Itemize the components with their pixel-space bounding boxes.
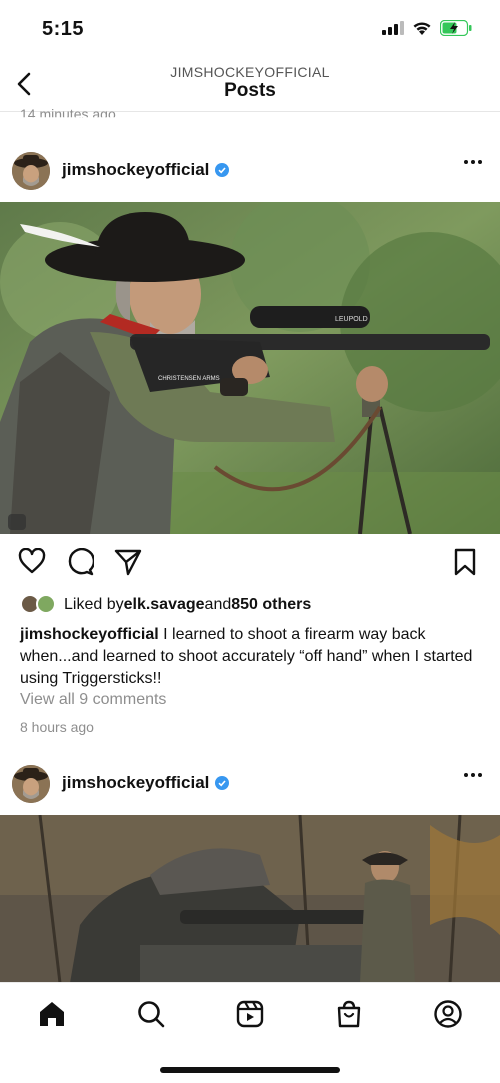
share-button[interactable] [114, 548, 142, 581]
share-icon [114, 549, 142, 576]
likes-summary[interactable]: Liked by elk.savage and 850 others [20, 594, 311, 616]
post-caption: jimshockeyofficial I learned to shoot a … [20, 624, 482, 690]
stock-brand: CHRISTENSEN ARMS [158, 376, 220, 382]
view-comments-link[interactable]: View all 9 comments [20, 691, 166, 709]
likes-middle: and [204, 596, 232, 613]
nav-header: JIMSHOCKEYOFFICIAL Posts [0, 58, 500, 112]
comment-button[interactable] [66, 547, 96, 581]
bookmark-icon [454, 548, 476, 576]
status-icons [382, 20, 472, 36]
verified-icon [215, 776, 230, 790]
liker-username[interactable]: elk.savage [124, 596, 205, 614]
bookmark-button[interactable] [454, 548, 476, 581]
like-button[interactable] [18, 547, 46, 579]
likes-prefix: Liked by [64, 596, 124, 613]
scope-brand: LEUPOLD [335, 316, 368, 323]
search-icon [138, 1001, 165, 1028]
shop-icon [337, 1000, 361, 1028]
username-text[interactable]: jimshockeyofficial [62, 160, 209, 179]
previous-post-time: 14 minutes ago [20, 106, 116, 122]
heart-icon [18, 547, 46, 574]
more-options-button[interactable] [464, 160, 482, 164]
home-indicator [160, 1067, 340, 1073]
alt-text-icon[interactable] [8, 514, 26, 530]
avatar[interactable] [12, 765, 50, 803]
likes-count[interactable]: 850 others [231, 596, 311, 614]
username-text[interactable]: jimshockeyofficial [62, 773, 209, 792]
tab-home[interactable] [35, 997, 69, 1031]
home-icon [40, 1002, 64, 1026]
status-time: 5:15 [42, 18, 85, 40]
tab-profile[interactable] [431, 997, 465, 1031]
wifi-icon [413, 21, 431, 35]
post-username[interactable]: jimshockeyofficial [62, 160, 230, 180]
more-options-button[interactable] [464, 773, 482, 777]
post-actions [0, 547, 500, 582]
post-image[interactable] [0, 815, 500, 983]
liker-avatars [20, 594, 60, 616]
reels-icon [236, 1000, 264, 1028]
avatar[interactable] [12, 152, 50, 190]
post-username[interactable]: jimshockeyofficial [62, 773, 230, 793]
nav-username: JIMSHOCKEYOFFICIAL [170, 64, 330, 80]
verified-icon [215, 163, 230, 177]
page-title: Posts [224, 80, 276, 101]
tab-shop[interactable] [332, 997, 366, 1031]
post-header: jimshockeyofficial [0, 140, 500, 200]
profile-icon [434, 1000, 462, 1028]
tab-reels[interactable] [233, 997, 267, 1031]
post-timestamp: 8 hours ago [20, 719, 94, 735]
status-bar: 5:15 [0, 0, 500, 58]
battery-icon [440, 20, 472, 36]
post-header: jimshockeyofficial [0, 753, 500, 813]
signal-icon [382, 21, 404, 35]
comment-icon [68, 547, 96, 576]
caption-username[interactable]: jimshockeyofficial [20, 626, 159, 643]
post-image[interactable]: LEUPOLD CHRISTENSEN ARMS [0, 202, 500, 534]
tab-search[interactable] [134, 997, 168, 1031]
